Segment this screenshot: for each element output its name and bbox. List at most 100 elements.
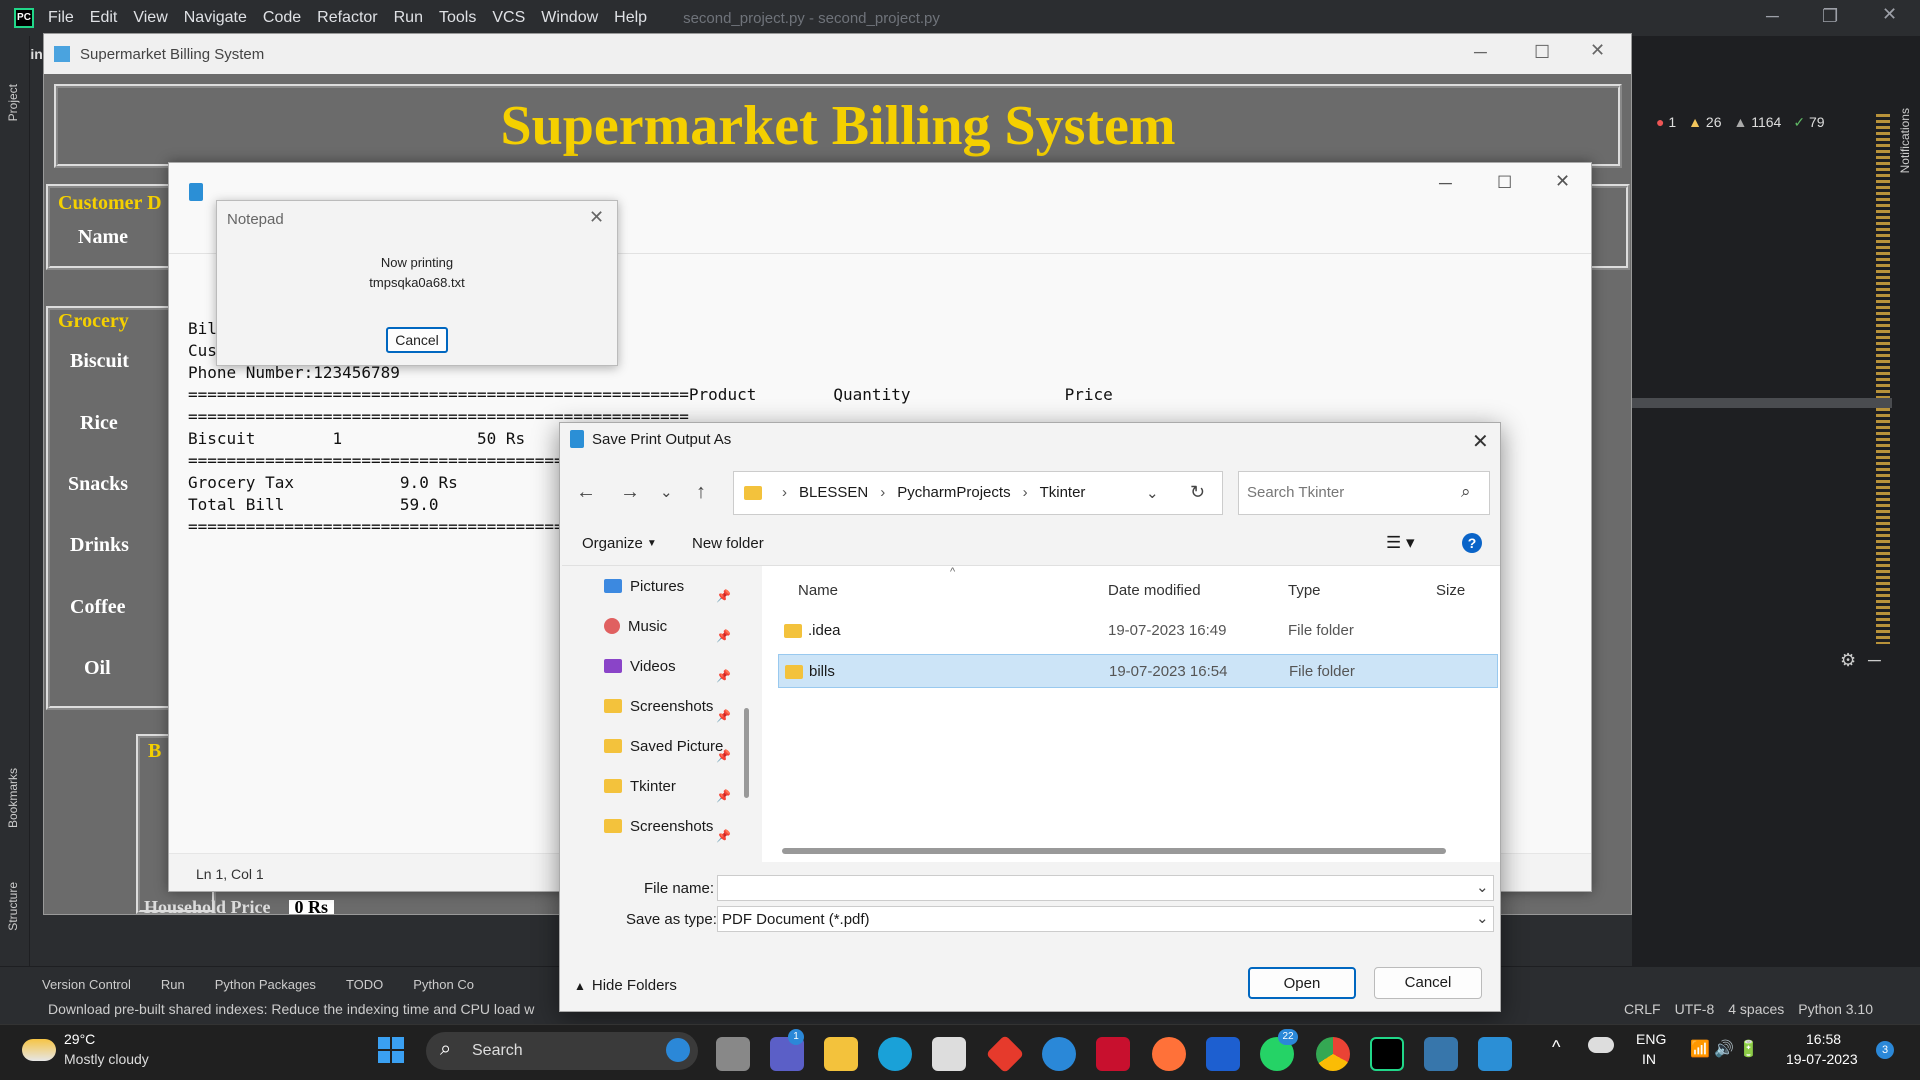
hide-folders-button[interactable]: ▲ Hide Folders <box>574 977 677 994</box>
notifications-tool-tab[interactable]: Notifications <box>1898 108 1912 173</box>
breadcrumb-pycharmprojects[interactable]: PycharmProjects <box>897 484 1010 501</box>
minimize-icon[interactable]: ─ <box>1766 6 1779 27</box>
menu-refactor[interactable]: Refactor <box>317 9 377 27</box>
task-view-icon[interactable] <box>716 1037 750 1071</box>
project-tool-tab[interactable]: Project <box>6 84 20 121</box>
pycharm-icon[interactable] <box>1370 1037 1404 1071</box>
weather-desc[interactable]: Mostly cloudy <box>64 1051 149 1067</box>
back-arrow-icon[interactable]: ← <box>576 481 596 504</box>
status-message[interactable]: Download pre-built shared indexes: Reduc… <box>48 1001 534 1017</box>
nav-tkinter[interactable]: Tkinter <box>604 774 676 798</box>
close-icon[interactable]: ✕ <box>1882 4 1897 25</box>
col-name[interactable]: Name <box>798 582 838 599</box>
nav-music[interactable]: Music <box>604 614 667 638</box>
mcafee-icon[interactable] <box>1096 1037 1130 1071</box>
notepad-taskbar-icon[interactable] <box>1478 1037 1512 1071</box>
onedrive-icon[interactable] <box>1588 1037 1614 1053</box>
restore-icon[interactable]: ❐ <box>1822 6 1838 27</box>
system-tray-icons[interactable]: 📶 🔊 🔋 <box>1690 1039 1759 1059</box>
tab-todo[interactable]: TODO <box>346 977 383 992</box>
menu-window[interactable]: Window <box>541 9 598 27</box>
save-type-select[interactable]: PDF Document (*.pdf) ⌄ <box>717 906 1494 932</box>
forward-arrow-icon[interactable]: → <box>620 481 640 504</box>
menu-tools[interactable]: Tools <box>439 9 476 27</box>
imo-icon[interactable] <box>1206 1037 1240 1071</box>
menu-edit[interactable]: Edit <box>90 9 118 27</box>
printing-cancel-button[interactable]: Cancel <box>386 327 448 353</box>
tab-run[interactable]: Run <box>161 977 185 992</box>
firefox-icon[interactable] <box>1152 1037 1186 1071</box>
view-options-icon[interactable]: ☰ ▾ <box>1386 533 1415 553</box>
notepad-maximize-icon[interactable]: ☐ <box>1497 173 1512 193</box>
gear-icon[interactable]: ⚙ <box>1840 650 1856 671</box>
col-size[interactable]: Size <box>1436 582 1465 599</box>
language-code[interactable]: ENG <box>1636 1031 1666 1047</box>
nav-pictures[interactable]: Pictures <box>604 574 684 598</box>
app-maximize-icon[interactable]: ☐ <box>1534 42 1550 63</box>
address-dropdown-icon[interactable]: ⌄ <box>1146 484 1159 502</box>
breadcrumb-blessen[interactable]: BLESSEN <box>799 484 868 501</box>
nav-scrollbar[interactable] <box>744 708 749 798</box>
menu-navigate[interactable]: Navigate <box>184 9 247 27</box>
menu-vcs[interactable]: VCS <box>492 9 525 27</box>
tab-python-console[interactable]: Python Co <box>413 977 474 992</box>
indent-setting[interactable]: 4 spaces <box>1728 1001 1784 1017</box>
nav-screenshots-2[interactable]: Screenshots <box>604 814 713 838</box>
tab-version-control[interactable]: Version Control <box>42 977 131 992</box>
menu-run[interactable]: Run <box>394 9 423 27</box>
clock-date[interactable]: 19-07-2023 <box>1786 1051 1858 1067</box>
nav-screenshots[interactable]: Screenshots <box>604 694 713 718</box>
notepad-minimize-icon[interactable]: ─ <box>1439 173 1452 194</box>
taskbar-search[interactable]: ⌕ Search <box>426 1032 698 1070</box>
household-price-field[interactable]: 0 Rs <box>288 900 335 914</box>
app-minimize-icon[interactable]: ─ <box>1474 42 1487 63</box>
anydesk-icon[interactable] <box>985 1034 1025 1074</box>
cancel-button[interactable]: Cancel <box>1374 967 1482 999</box>
chevron-down-icon[interactable]: ⌄ <box>1476 909 1489 927</box>
file-explorer-icon[interactable] <box>824 1037 858 1071</box>
printing-close-icon[interactable]: ✕ <box>589 207 604 228</box>
menu-help[interactable]: Help <box>614 9 647 27</box>
refresh-icon[interactable]: ↻ <box>1190 482 1205 503</box>
structure-tool-tab[interactable]: Structure <box>6 882 20 931</box>
new-folder-button[interactable]: New folder <box>692 535 764 552</box>
clock-time[interactable]: 16:58 <box>1806 1031 1841 1047</box>
weather-icon[interactable] <box>22 1039 56 1061</box>
editor-horizontal-scrollbar[interactable] <box>1632 398 1892 408</box>
menu-file[interactable]: File <box>48 9 74 27</box>
windows-start-icon[interactable] <box>378 1037 404 1063</box>
store-icon[interactable] <box>932 1037 966 1071</box>
file-row[interactable]: .idea 19-07-2023 16:49 File folder <box>778 614 1498 648</box>
organize-button[interactable]: Organize ▼ <box>582 535 657 552</box>
up-arrow-icon[interactable]: ↑ <box>696 481 706 504</box>
search-box[interactable]: Search Tkinter ⌕ <box>1238 471 1490 515</box>
app-close-icon[interactable]: ✕ <box>1590 40 1605 61</box>
edge-icon[interactable] <box>878 1037 912 1071</box>
chevron-down-icon[interactable]: ⌄ <box>1476 878 1489 896</box>
col-type[interactable]: Type <box>1288 582 1321 599</box>
python-icon[interactable] <box>1424 1037 1458 1071</box>
editor-scroll-markers[interactable] <box>1876 114 1890 644</box>
help-app-icon[interactable] <box>1042 1037 1076 1071</box>
open-button[interactable]: Open <box>1248 967 1356 999</box>
nav-saved-pictures[interactable]: Saved Picture <box>604 734 723 758</box>
file-list-scrollbar[interactable] <box>782 848 1446 854</box>
menu-view[interactable]: View <box>133 9 167 27</box>
notification-badge[interactable]: 3 <box>1876 1041 1894 1059</box>
help-icon[interactable]: ? <box>1462 533 1482 553</box>
file-encoding[interactable]: UTF-8 <box>1675 1001 1715 1017</box>
inspections-widget[interactable]: ● 1 ▲ 26 ▲ 1164 ✓ 79 <box>1656 114 1825 131</box>
chrome-icon[interactable] <box>1316 1037 1350 1071</box>
tab-python-packages[interactable]: Python Packages <box>215 977 316 992</box>
chevron-up-icon[interactable]: ^ <box>1552 1037 1560 1058</box>
breadcrumb-tkinter[interactable]: Tkinter <box>1040 484 1086 501</box>
line-separator[interactable]: CRLF <box>1624 1001 1661 1017</box>
file-name-input[interactable]: ⌄ <box>717 875 1494 901</box>
menu-code[interactable]: Code <box>263 9 301 27</box>
hide-panel-icon[interactable]: ─ <box>1868 650 1881 671</box>
notepad-close-icon[interactable]: ✕ <box>1555 171 1570 192</box>
bookmarks-tool-tab[interactable]: Bookmarks <box>6 768 20 828</box>
recent-locations-icon[interactable]: ⌄ <box>660 483 673 501</box>
language-region[interactable]: IN <box>1642 1051 1656 1067</box>
address-bar[interactable]: › BLESSEN › PycharmProjects › Tkinter ⌄ … <box>733 471 1223 515</box>
